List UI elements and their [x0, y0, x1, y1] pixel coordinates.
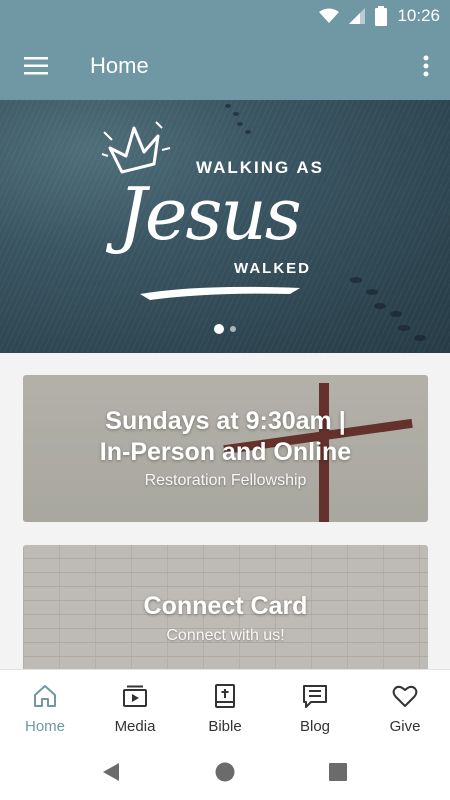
- home-icon: [34, 685, 56, 707]
- media-icon: [123, 685, 147, 707]
- card-title: Connect Card: [143, 592, 308, 620]
- hero-line3: WALKED: [234, 260, 311, 277]
- bottom-navigation: Home Media Bible Blog Give: [0, 669, 450, 744]
- home-circle-icon[interactable]: [213, 760, 237, 784]
- app-bar: Home: [0, 32, 450, 100]
- brush-stroke-decoration: [140, 286, 300, 300]
- overflow-menu-button[interactable]: [416, 50, 436, 82]
- wifi-icon: [319, 8, 340, 23]
- bible-icon: [215, 684, 235, 708]
- status-bar: 10:26: [0, 0, 450, 32]
- system-navigation-bar: [0, 744, 450, 800]
- battery-icon: [375, 6, 388, 26]
- carousel-dot[interactable]: [230, 326, 236, 332]
- card-title: Sundays at 9:30am | In-Person and Online: [23, 406, 428, 468]
- content-feed: Sundays at 9:30am | In-Person and Online…: [0, 353, 450, 669]
- card-subtitle: Connect with us!: [166, 627, 285, 644]
- carousel-dot-active[interactable]: [214, 324, 224, 334]
- card-title-line1: Sundays at 9:30am |: [105, 407, 346, 435]
- nav-label: Home: [24, 718, 65, 735]
- back-icon[interactable]: [100, 760, 124, 784]
- page-title: Home: [90, 53, 149, 78]
- hero-carousel[interactable]: WALKING AS Jesus WALKED: [0, 100, 450, 353]
- heart-icon: [392, 685, 418, 707]
- card-subtitle: Restoration Fellowship: [144, 472, 307, 489]
- hero-script-title: Jesus: [118, 172, 302, 256]
- hero-logo: WALKING AS Jesus WALKED: [100, 120, 340, 305]
- card-title-line2: In-Person and Online: [99, 438, 352, 466]
- nav-label: Bible: [208, 718, 242, 735]
- blog-icon: [303, 685, 327, 708]
- nav-give[interactable]: Give: [360, 670, 450, 745]
- nav-label: Give: [389, 718, 421, 735]
- cell-signal-icon: [349, 8, 366, 24]
- hamburger-menu-icon: [24, 57, 48, 75]
- nav-home[interactable]: Home: [0, 670, 90, 745]
- nav-label: Blog: [299, 718, 331, 735]
- more-vert-icon: [423, 55, 429, 77]
- connect-card[interactable]: Connect Card Connect with us!: [23, 545, 428, 669]
- nav-bible[interactable]: Bible: [180, 670, 270, 745]
- recents-square-icon[interactable]: [326, 760, 350, 784]
- carousel-indicator: [0, 324, 450, 334]
- menu-button[interactable]: [20, 52, 52, 80]
- nav-label: Media: [114, 718, 156, 735]
- status-icons: 10:26: [319, 6, 440, 26]
- status-time: 10:26: [397, 6, 440, 25]
- nav-blog[interactable]: Blog: [270, 670, 360, 745]
- service-times-card[interactable]: Sundays at 9:30am | In-Person and Online…: [23, 375, 428, 522]
- nav-media[interactable]: Media: [90, 670, 180, 745]
